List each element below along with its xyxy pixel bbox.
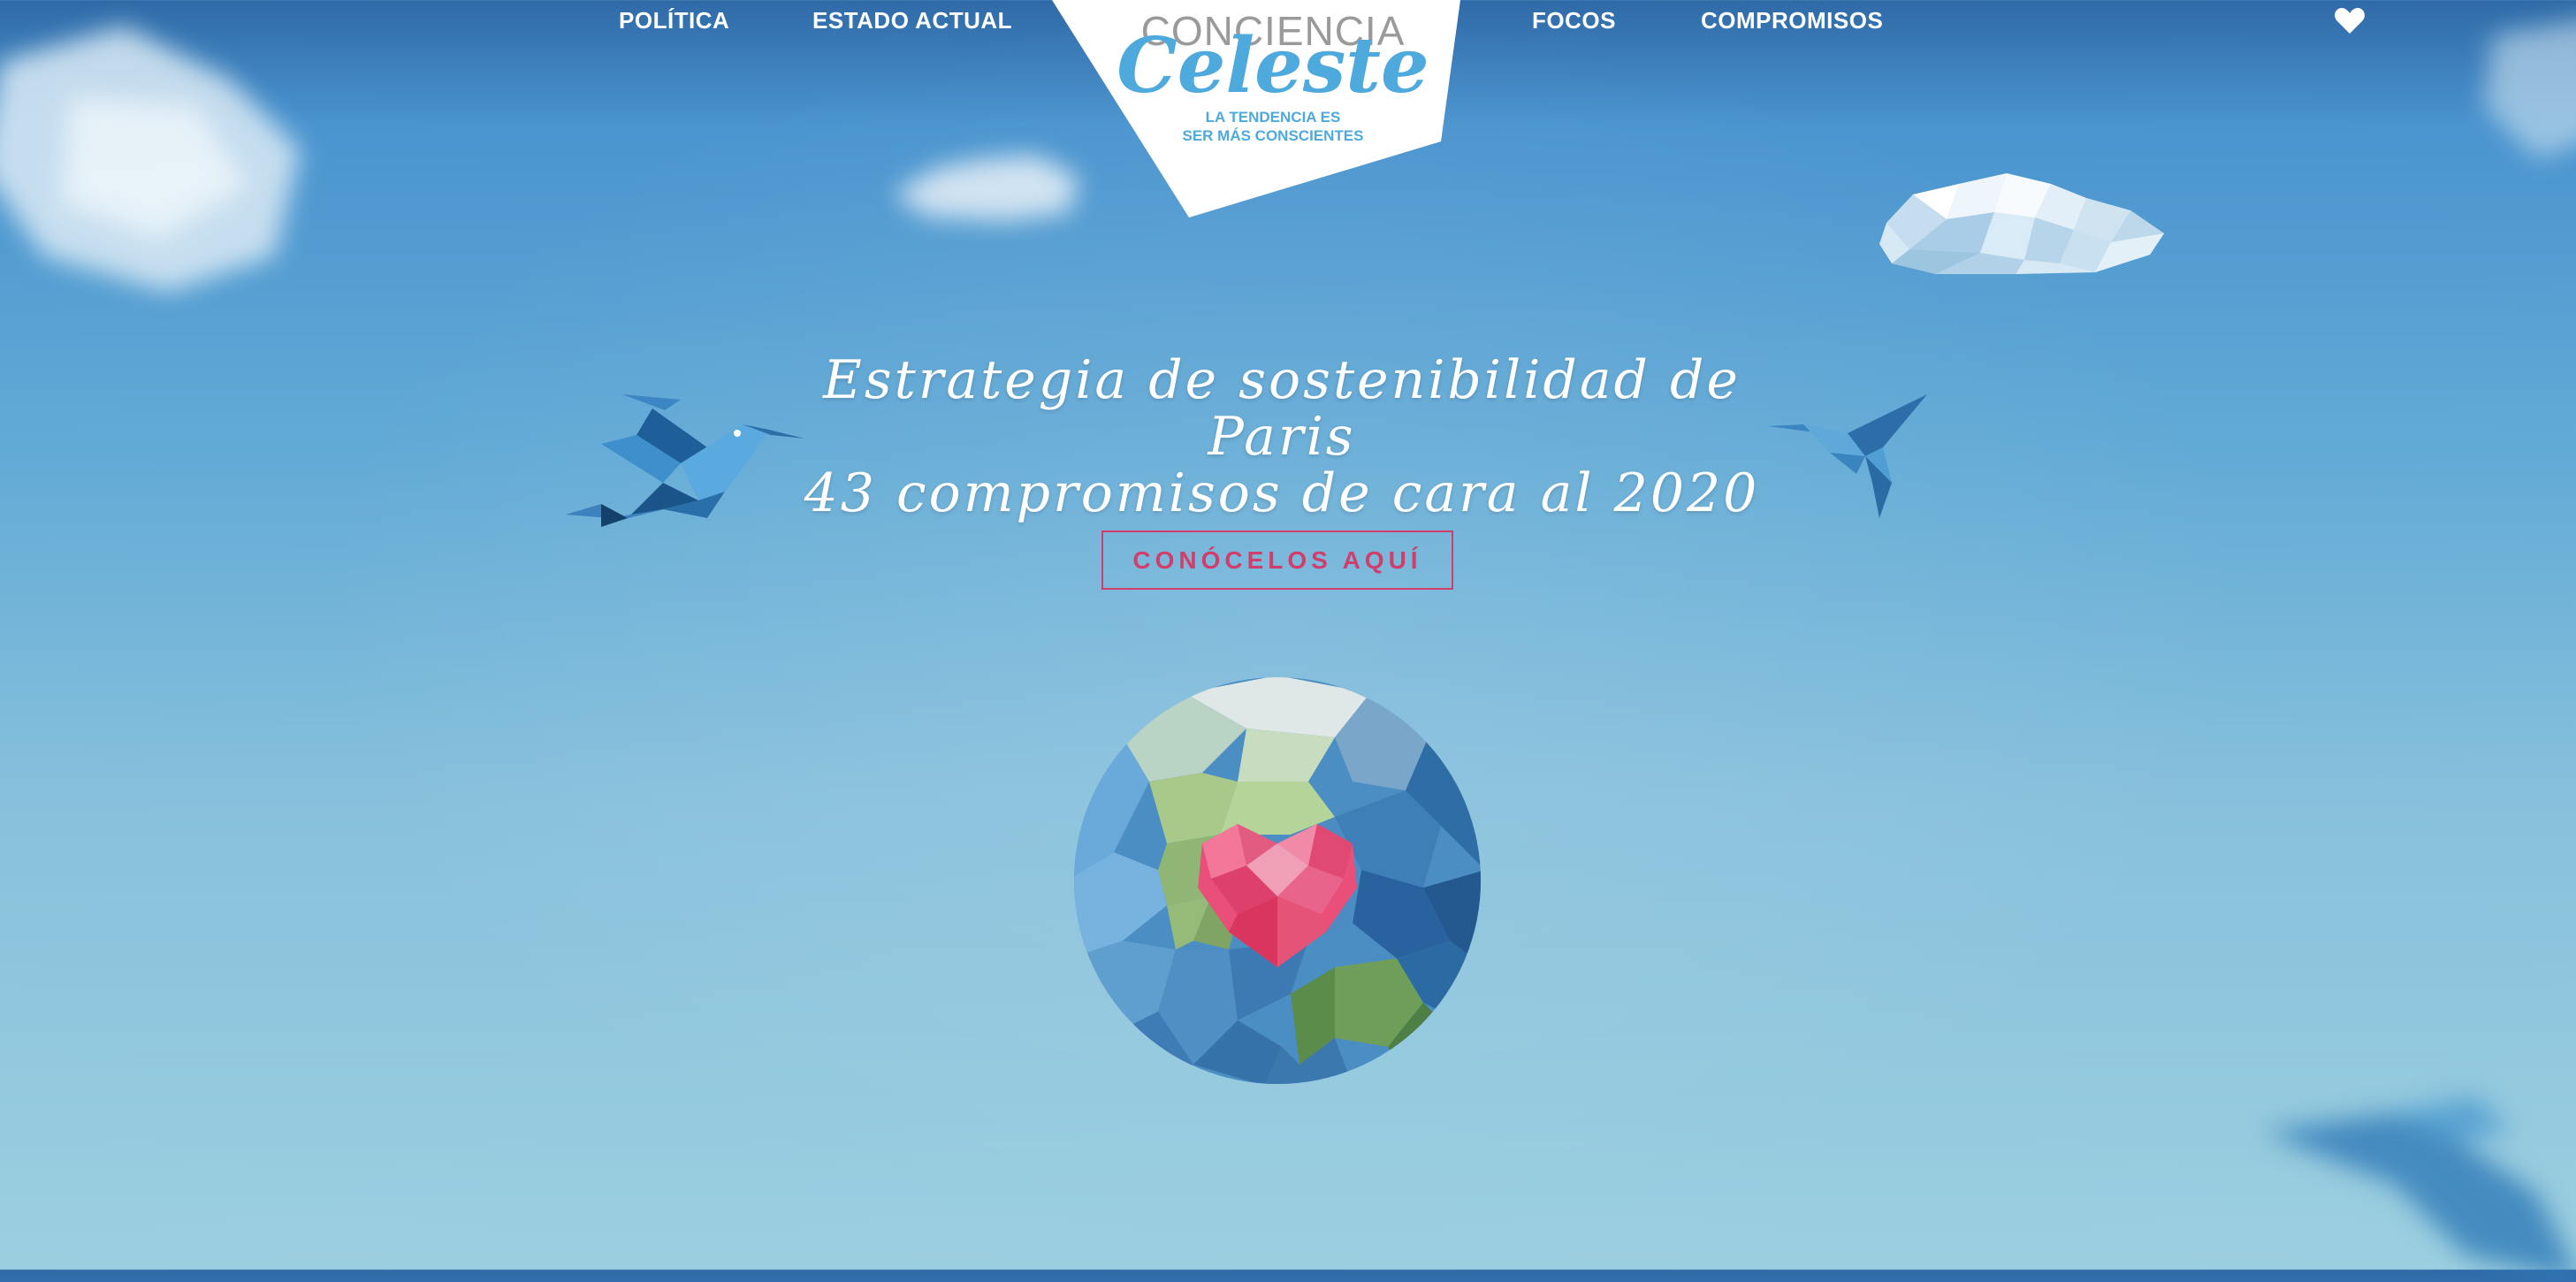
nav-politica[interactable]: POLÍTICA [619,7,729,34]
favorites-button[interactable] [2334,7,2366,35]
nav-focos[interactable]: FOCOS [1532,7,1616,34]
logo-tagline-line1: LA TENDENCIA ES [1205,109,1341,126]
origami-hummingbird-left [566,394,804,527]
heart-icon [2335,8,2365,34]
low-poly-cloud [1879,173,2164,274]
hero-headline-line2: 43 compromisos de cara al 2020 [804,462,1760,524]
globe-heart-illustration [1074,677,1481,1084]
blurred-cloud-left [0,27,301,292]
origami-hummingbird-right [1768,394,1927,518]
hero-headline: Estrategia de sostenibilidad de Paris 43… [778,352,1786,522]
logo-tagline: LA TENDENCIA ES SER MÁS CONSCIENTES [1052,108,1494,145]
nav-estado-actual[interactable]: ESTADO ACTUAL [812,7,1012,34]
cta-button[interactable]: CONÓCELOS AQUÍ [1101,530,1453,590]
logo-tagline-line2: SER MÁS CONSCIENTES [1182,127,1364,144]
logo-script: Celeste [1117,21,1429,111]
blurred-bird-right [2263,1096,2576,1281]
blurred-cloud-top-right [2484,21,2576,159]
hero-headline-line1: Estrategia de sostenibilidad de Paris [823,349,1741,468]
nav-compromisos[interactable]: COMPROMISOS [1701,7,1883,34]
